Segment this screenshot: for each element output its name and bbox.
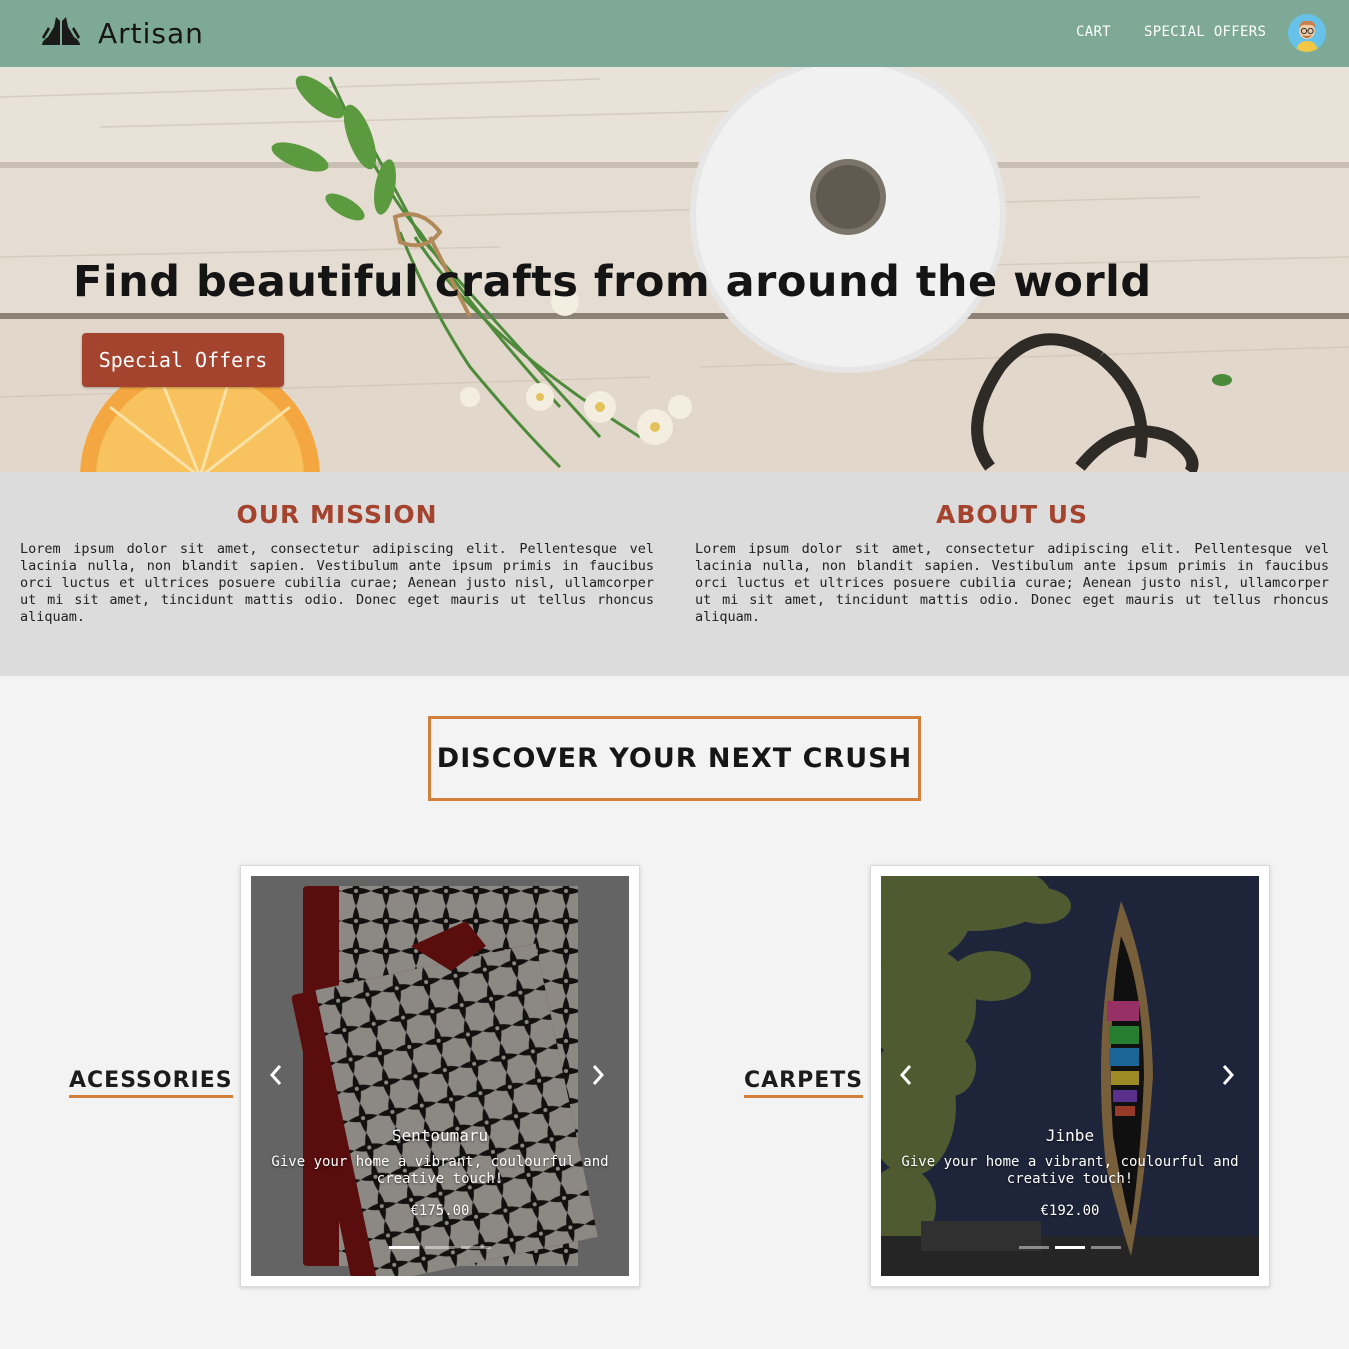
carousel-indicators [881, 1246, 1259, 1249]
avatar[interactable] [1288, 14, 1326, 52]
product-price: €192.00 [1040, 1203, 1100, 1219]
hero-banner: Find beautiful crafts from around the wo… [0, 67, 1349, 472]
chevron-right-icon [1222, 1065, 1235, 1085]
carousel-indicator[interactable] [1055, 1246, 1085, 1249]
nav-link-cart[interactable]: CART [1076, 24, 1111, 40]
hero-title: Find beautiful crafts from around the wo… [73, 257, 1152, 307]
about-text: Lorem ipsum dolor sit amet, consectetur … [695, 541, 1329, 625]
chevron-left-icon [269, 1065, 282, 1085]
about-column: ABOUT US Lorem ipsum dolor sit amet, con… [695, 500, 1329, 626]
carousel-indicator[interactable] [389, 1246, 419, 1249]
chevron-right-icon [592, 1065, 605, 1085]
praying-hands-icon [42, 17, 80, 45]
carousel-indicators [251, 1246, 629, 1249]
product-price: €175.00 [410, 1203, 470, 1219]
about-title: ABOUT US [935, 500, 1089, 529]
carousel-next-button[interactable] [591, 1064, 611, 1088]
carousel-indicator[interactable] [1091, 1246, 1121, 1249]
carousel-next-button[interactable] [1221, 1064, 1241, 1088]
product-name: Jinbe [1045, 1126, 1095, 1145]
info-section: OUR MISSION Lorem ipsum dolor sit amet, … [0, 472, 1349, 676]
category-label-accessories: ACESSORIES [69, 1068, 233, 1098]
nav-link-special-offers[interactable]: SPECIAL OFFERS [1144, 24, 1266, 40]
product-name: Sentoumaru [391, 1126, 489, 1145]
brand-name: Artisan [98, 16, 204, 50]
carousel-prev-button[interactable] [269, 1064, 289, 1088]
product-description: Give your home a vibrant, coulourful and… [901, 1154, 1239, 1187]
mission-column: OUR MISSION Lorem ipsum dolor sit amet, … [20, 500, 654, 626]
avatar-icon [1288, 14, 1326, 52]
carousel-prev-button[interactable] [899, 1064, 919, 1088]
category-label-carpets: CARPETS [744, 1068, 864, 1098]
discover-title: DISCOVER YOUR NEXT CRUSH [436, 743, 913, 774]
product-carousel: Sentoumaru Give your home a vibrant, cou… [251, 876, 629, 1276]
brand-logo[interactable]: Artisan [40, 12, 204, 54]
mission-title: OUR MISSION [236, 500, 438, 529]
carousel-indicator[interactable] [461, 1246, 491, 1249]
mission-text: Lorem ipsum dolor sit amet, consectetur … [20, 541, 654, 625]
product-card-carpets: Jinbe Give your home a vibrant, coulourf… [870, 865, 1270, 1287]
carousel-indicator[interactable] [1019, 1246, 1049, 1249]
chevron-left-icon [899, 1065, 912, 1085]
discover-heading-box: DISCOVER YOUR NEXT CRUSH [428, 716, 921, 801]
product-carousel: Jinbe Give your home a vibrant, coulourf… [881, 876, 1259, 1276]
special-offers-button[interactable]: Special Offers [82, 333, 284, 387]
navbar: Artisan CART SPECIAL OFFERS [0, 0, 1349, 67]
product-card-accessories: Sentoumaru Give your home a vibrant, cou… [240, 865, 640, 1287]
product-description: Give your home a vibrant, coulourful and… [271, 1154, 609, 1187]
carousel-indicator[interactable] [425, 1246, 455, 1249]
